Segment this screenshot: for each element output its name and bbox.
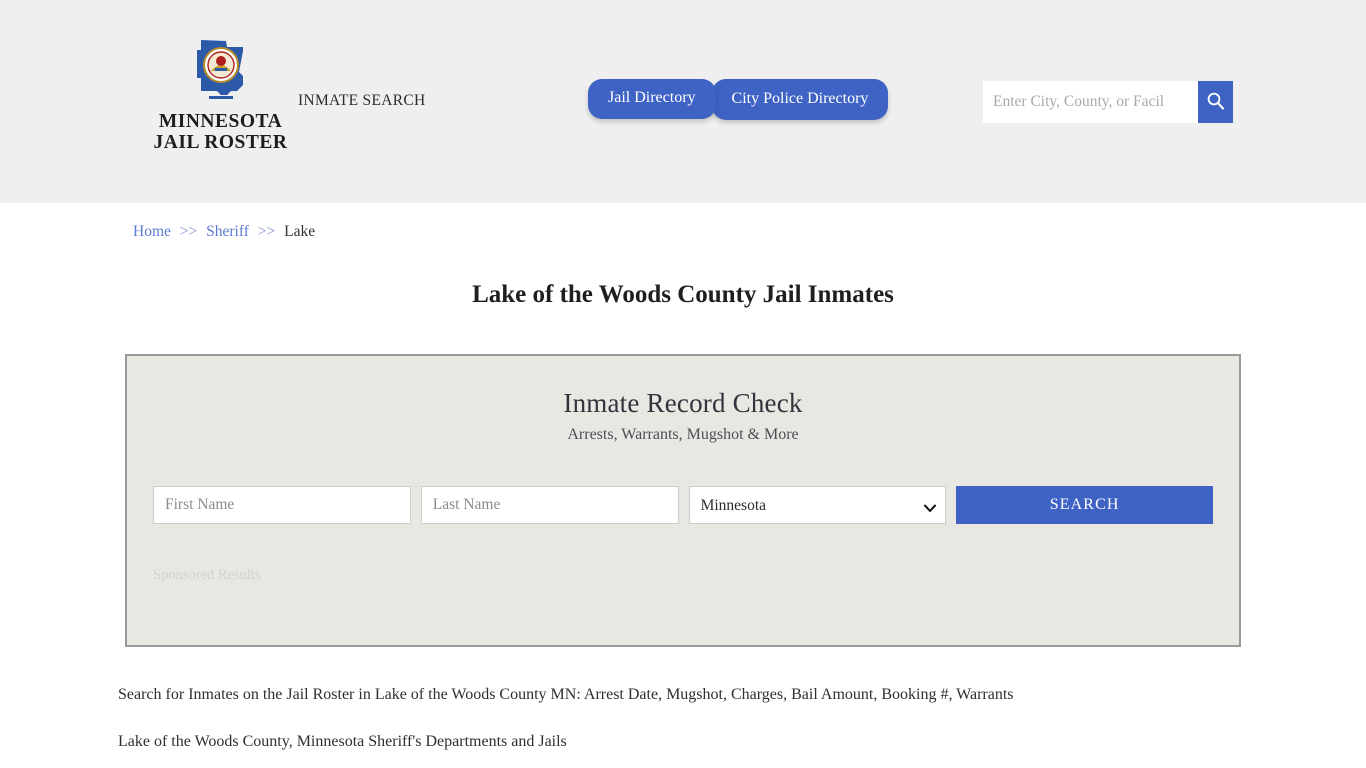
breadcrumb-item-sheriff[interactable]: Sheriff — [206, 223, 249, 240]
last-name-input[interactable] — [421, 486, 679, 524]
breadcrumb-separator: >> — [258, 223, 275, 240]
nav-jail-directory[interactable]: Jail Directory — [588, 79, 716, 119]
state-select[interactable]: Minnesota — [689, 486, 947, 524]
inmate-search-form: Minnesota SEARCH — [153, 486, 1213, 524]
logo-line-2: JAIL ROSTER — [138, 132, 303, 153]
nav-city-police-directory[interactable]: City Police Directory — [712, 79, 889, 120]
sponsored-results-label: Sponsored Results — [153, 567, 1213, 584]
search-icon — [1206, 91, 1225, 113]
header-inner: MINNESOTA JAIL ROSTER INMATE SEARCH Jail… — [133, 0, 1233, 203]
card-title: Inmate Record Check — [153, 388, 1213, 419]
minnesota-state-seal-icon — [171, 38, 271, 110]
card-subtitle: Arrests, Warrants, Mugshot & More — [153, 426, 1213, 444]
body-paragraph-2: Lake of the Woods County, Minnesota Sher… — [118, 732, 1248, 751]
site-logo[interactable]: MINNESOTA JAIL ROSTER — [138, 38, 303, 153]
logo-line-1: MINNESOTA — [159, 111, 282, 132]
breadcrumb: Home >> Sheriff >> Lake — [133, 203, 1233, 241]
first-name-input[interactable] — [153, 486, 411, 524]
body-text: Search for Inmates on the Jail Roster in… — [118, 647, 1248, 751]
breadcrumb-item-home[interactable]: Home — [133, 223, 171, 240]
logo-wordmark: MINNESOTA JAIL ROSTER — [138, 111, 303, 153]
inmate-record-check-card: Inmate Record Check Arrests, Warrants, M… — [125, 354, 1241, 647]
body-paragraph-1: Search for Inmates on the Jail Roster in… — [118, 685, 1248, 704]
header-search — [983, 81, 1233, 123]
breadcrumb-separator: >> — [180, 223, 197, 240]
breadcrumb-item-current: Lake — [284, 223, 315, 240]
header-tagline: INMATE SEARCH — [298, 92, 425, 110]
site-header: MINNESOTA JAIL ROSTER INMATE SEARCH Jail… — [0, 0, 1366, 203]
header-search-input[interactable] — [983, 81, 1198, 123]
header-search-button[interactable] — [1198, 81, 1233, 123]
primary-nav: Jail Directory City Police Directory — [588, 79, 888, 120]
page-title: Lake of the Woods County Jail Inmates — [0, 281, 1366, 309]
state-select-wrapper: Minnesota — [689, 486, 947, 524]
search-submit-button[interactable]: SEARCH — [956, 486, 1213, 524]
